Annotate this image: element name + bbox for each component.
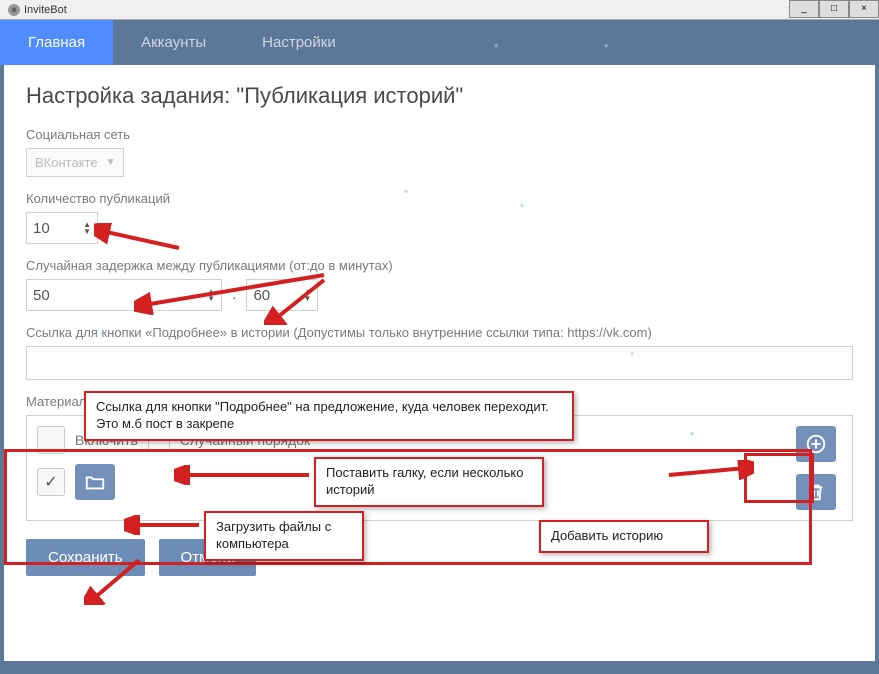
- count-input[interactable]: 10 ▲▼: [26, 212, 98, 244]
- delay-to-value: 60: [253, 287, 303, 304]
- tab-bar: Главная Аккаунты Настройки: [0, 20, 879, 65]
- delay-from-spinners[interactable]: ▲▼: [207, 288, 215, 302]
- app-icon: [8, 4, 20, 16]
- annotation-upload: Загрузить файлы с компьютера: [204, 511, 364, 561]
- delay-label: Случайная задержка между публикациями (о…: [26, 258, 853, 273]
- maximize-button[interactable]: □: [819, 0, 849, 18]
- tab-main[interactable]: Главная: [0, 20, 113, 65]
- annotation-link: Ссылка для кнопки "Подробнее" на предлож…: [84, 391, 574, 441]
- enable-checkbox[interactable]: [37, 426, 65, 454]
- delete-button[interactable]: [796, 474, 836, 510]
- count-value: 10: [33, 220, 83, 237]
- window-controls: _ □ ×: [789, 0, 879, 18]
- social-label: Социальная сеть: [26, 127, 853, 142]
- titlebar: InviteBot: [0, 0, 879, 20]
- link-label: Ссылка для кнопки «Подробнее» в истории …: [26, 325, 853, 340]
- tab-settings[interactable]: Настройки: [234, 20, 364, 65]
- caret-down-icon: ▼: [106, 157, 116, 168]
- folder-icon: [84, 471, 106, 493]
- trash-icon: [805, 481, 827, 503]
- delay-to-spinners[interactable]: ▲▼: [304, 288, 312, 302]
- social-value: ВКонтакте: [35, 155, 98, 170]
- social-select[interactable]: ВКонтакте ▼: [26, 148, 124, 177]
- content-area: Настройка задания: "Публикация историй" …: [4, 65, 875, 661]
- save-button[interactable]: Сохранить: [26, 539, 145, 576]
- app-name: InviteBot: [24, 4, 67, 16]
- delay-to-input[interactable]: 60 ▲▼: [246, 279, 318, 311]
- count-label: Количество публикаций: [26, 191, 853, 206]
- close-button[interactable]: ×: [849, 0, 879, 18]
- item-checkbox[interactable]: [37, 468, 65, 496]
- add-story-button[interactable]: [796, 426, 836, 462]
- folder-button[interactable]: [75, 464, 115, 500]
- delay-separator: :: [232, 286, 236, 304]
- annotation-add: Добавить историю: [539, 520, 709, 553]
- plus-circle-icon: [805, 433, 827, 455]
- annotation-check: Поставить галку, если несколько историй: [314, 457, 544, 507]
- minimize-button[interactable]: _: [789, 0, 819, 18]
- delay-from-input[interactable]: 50 ▲▼: [26, 279, 222, 311]
- tab-accounts[interactable]: Аккаунты: [113, 20, 234, 65]
- link-input[interactable]: [26, 346, 853, 380]
- count-spinners[interactable]: ▲▼: [83, 221, 91, 235]
- delay-from-value: 50: [33, 287, 207, 304]
- page-title: Настройка задания: "Публикация историй": [26, 83, 853, 109]
